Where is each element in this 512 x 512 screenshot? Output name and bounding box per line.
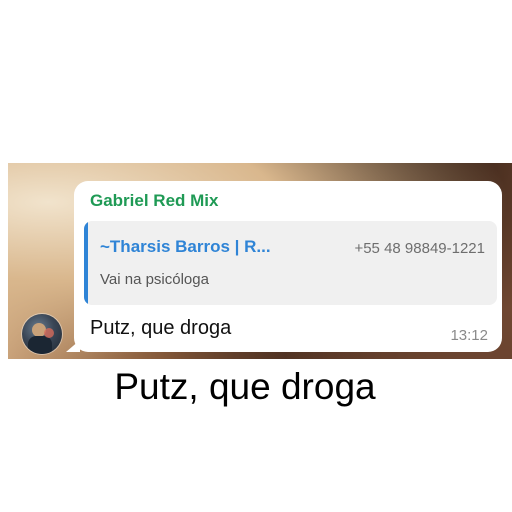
sender-avatar[interactable] [22, 314, 62, 354]
quoted-phone: +55 48 98849-1221 [354, 240, 485, 257]
quoted-text: Vai na psicóloga [100, 271, 209, 288]
message-timestamp: 13:12 [450, 327, 488, 344]
sender-name[interactable]: Gabriel Red Mix [90, 191, 218, 211]
message-bubble[interactable]: Gabriel Red Mix ~Tharsis Barros | R... +… [74, 181, 502, 352]
caption-text: Putz, que droga [114, 366, 376, 407]
message-text: Putz, que droga [90, 317, 232, 339]
quote-accent-bar [84, 221, 88, 305]
quoted-message[interactable]: ~Tharsis Barros | R... +55 48 98849-1221… [84, 221, 497, 305]
avatar-body [28, 336, 52, 354]
quoted-author: ~Tharsis Barros | R... [100, 237, 271, 256]
avatar-detail [44, 328, 54, 338]
